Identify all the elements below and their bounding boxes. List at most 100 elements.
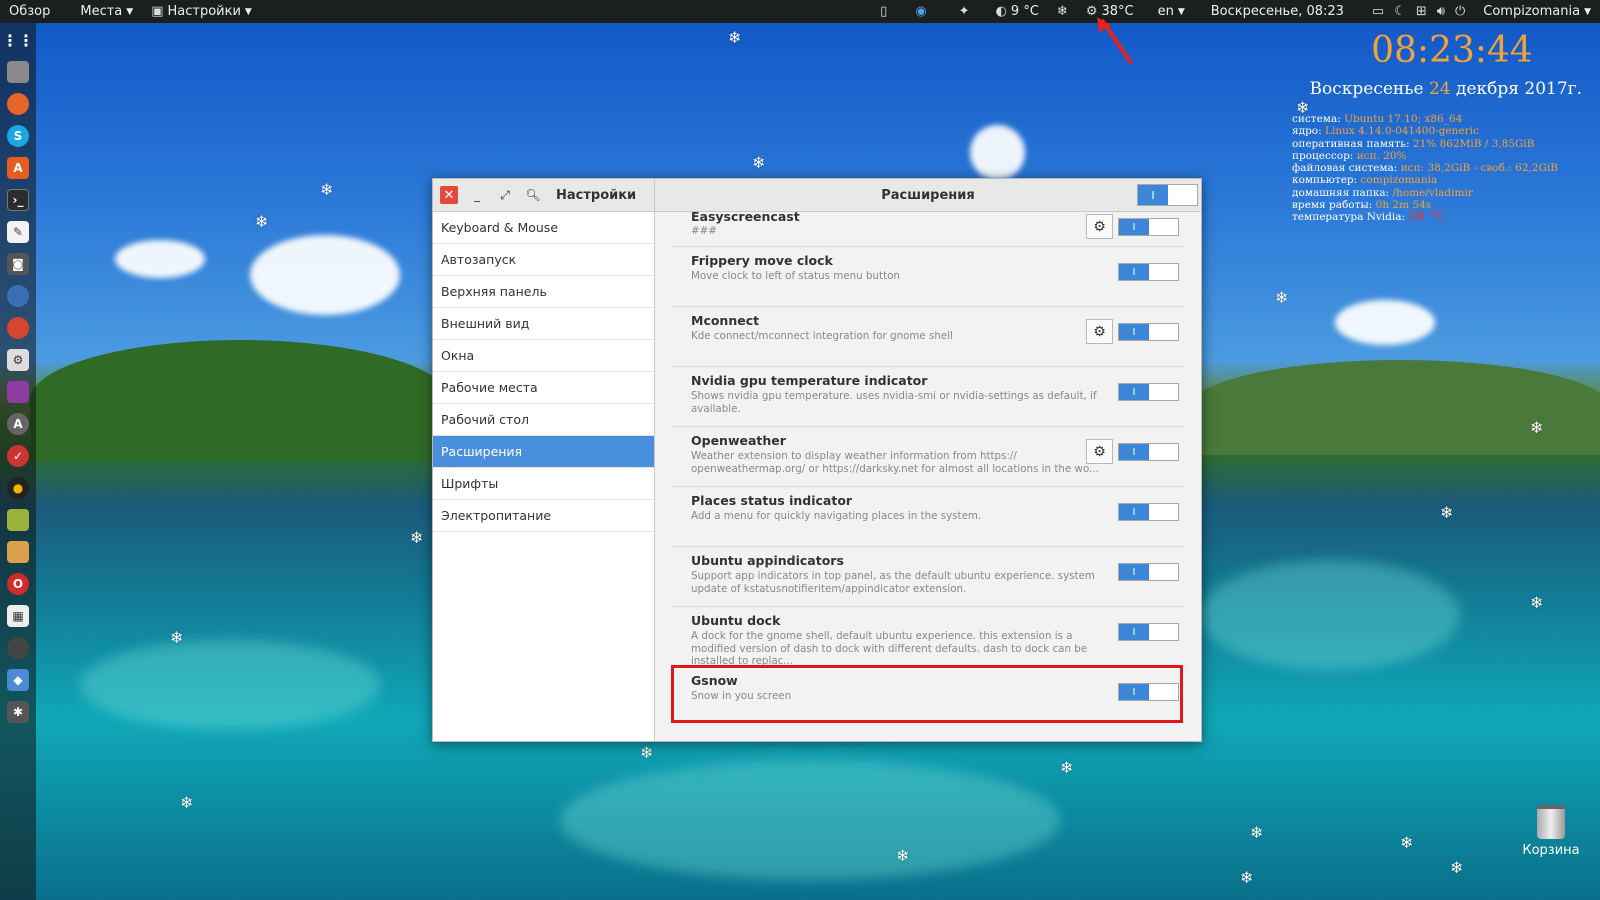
play-icon: ◉ <box>915 4 927 19</box>
app-menu[interactable]: ▣ Настройки ▼ <box>142 0 261 23</box>
updater-icon[interactable]: A <box>7 413 29 435</box>
extension-name: Nvidia gpu temperature indicator <box>691 373 928 388</box>
cube-icon[interactable]: ◆ <box>7 669 29 691</box>
extension-description: Shows nvidia gpu temperature. uses nvidi… <box>691 390 1097 415</box>
extension-row-mconnect: Mconnect Kde connect/mconnect integratio… <box>671 307 1185 367</box>
conky-line: ядро: Linux 4.14.0-041400-generic <box>1292 125 1479 138</box>
moon-icon: ◐ <box>995 4 1007 19</box>
weather-temp: 9 °C <box>1010 4 1039 19</box>
sidebar-item-fonts[interactable]: Шрифты <box>433 468 654 500</box>
calculator-icon[interactable]: ▦ <box>7 605 29 627</box>
extensions-master-switch[interactable]: I <box>1137 184 1198 206</box>
camera-icon[interactable]: ◙ <box>7 253 29 275</box>
extension-row-ubuntu-dock: Ubuntu dock A dock for the gnome shell, … <box>671 607 1185 667</box>
gpu-temp: 38°C <box>1101 4 1134 19</box>
network-tool-icon[interactable] <box>7 285 29 307</box>
snowflake-icon: ❄ <box>410 528 424 547</box>
opera-icon[interactable]: O <box>7 573 29 595</box>
extension-name: Easyscreencast <box>691 212 800 224</box>
show-apps-icon[interactable]: ⋮⋮ <box>2 29 34 51</box>
gpu-temp-indicator[interactable]: ⚙ 38°C <box>1077 0 1143 23</box>
water-shine <box>560 760 1060 880</box>
firefox-icon[interactable] <box>7 93 29 115</box>
snowflake-icon: ❄ <box>1530 418 1544 437</box>
extension-switch[interactable]: I <box>1118 263 1179 281</box>
extension-switch[interactable]: I <box>1118 623 1179 641</box>
search-button[interactable]: 🔍︎ <box>524 186 542 204</box>
extension-switch[interactable]: I <box>1118 323 1179 341</box>
extension-description: A dock for the gnome shell, default ubun… <box>691 630 1088 667</box>
night-light-icon: ☾ <box>1394 4 1406 19</box>
gear-icon: ⚙ <box>1093 323 1106 340</box>
sketch-icon[interactable]: ✱ <box>7 701 29 723</box>
activities-button[interactable]: Обзор <box>0 0 59 23</box>
extension-switch[interactable]: I <box>1118 563 1179 581</box>
tweaks-icon[interactable]: ⚙ <box>7 349 29 371</box>
user-menu[interactable]: Compizomania ▼ <box>1474 0 1600 23</box>
sidebar-item-workspaces[interactable]: Рабочие места <box>433 372 654 404</box>
screencast-indicator[interactable]: ✦ <box>950 0 979 23</box>
phone-indicator[interactable]: ▯ <box>871 0 896 23</box>
sidebar-item-appearance[interactable]: Внешний вид <box>433 308 654 340</box>
extension-switch[interactable]: I <box>1118 218 1179 236</box>
todo-icon[interactable]: ✓ <box>7 445 29 467</box>
archive-icon[interactable] <box>7 509 29 531</box>
media-indicator[interactable]: ◉ <box>906 0 935 23</box>
snowflake-icon: ❄ <box>1056 4 1068 19</box>
extension-description: ### <box>691 225 717 237</box>
photos-icon[interactable] <box>7 541 29 563</box>
conky-widget: 08:23:44 Воскресенье 24 декбря 2017г. си… <box>1292 30 1582 224</box>
media-player-icon[interactable]: ● <box>7 477 29 499</box>
terminal-icon[interactable]: ›_ <box>7 189 29 211</box>
places-menu[interactable]: Места ▼ <box>71 0 142 23</box>
phone-icon: ▯ <box>880 4 888 19</box>
snowflake-icon: ❄ <box>896 846 910 865</box>
system-indicators[interactable]: ▭ ☾ ⊞ 🔊︎ ⏻ <box>1363 0 1474 23</box>
keyboard-layout[interactable]: en ▼ <box>1149 0 1194 23</box>
cloud <box>250 235 400 315</box>
clock-label: Воскресенье, 08:23 <box>1210 4 1344 19</box>
sidebar-item-extensions[interactable]: Расширения <box>433 436 654 468</box>
files-icon[interactable] <box>7 61 29 83</box>
snowflake-icon: ❄ <box>1450 858 1464 877</box>
extension-switch[interactable]: I <box>1118 503 1179 521</box>
extension-switch[interactable]: I <box>1118 383 1179 401</box>
conky-time: 08:23:44 <box>1371 30 1533 71</box>
skype-icon[interactable]: S <box>7 125 29 147</box>
network-icon: ⊞ <box>1415 4 1427 19</box>
browser-icon[interactable] <box>7 317 29 339</box>
sidebar-item-top-bar[interactable]: Верхняя панель <box>433 276 654 308</box>
weather-indicator[interactable]: ◐ 9 °C <box>987 0 1048 23</box>
trash-desktop-icon[interactable]: Корзина <box>1516 805 1586 858</box>
conky-line: температура Nvidia: 38 °C <box>1292 209 1446 225</box>
sidebar-item-power[interactable]: Электропитание <box>433 500 654 532</box>
snowflake-icon: ❄ <box>640 743 654 762</box>
user-label: Compizomania <box>1483 4 1581 19</box>
extension-name: Openweather <box>691 433 786 448</box>
close-button[interactable]: ✕ <box>440 186 458 204</box>
maximize-button[interactable]: ⤢ <box>496 186 514 204</box>
extension-description: Support app indicators in top panel, as … <box>691 570 1095 595</box>
extension-settings-button[interactable]: ⚙ <box>1086 214 1113 239</box>
software-center-icon[interactable]: A <box>7 157 29 179</box>
sidebar-item-keyboard-mouse[interactable]: Keyboard & Mouse <box>433 212 654 244</box>
conky-date: Воскресенье 24 декбря 2017г. <box>1292 79 1582 99</box>
trash-icon <box>1537 805 1565 839</box>
app-menu-label: Настройки <box>167 4 241 19</box>
extension-description: Kde connect/mconnect integration for gno… <box>691 330 953 342</box>
extension-switch[interactable]: I <box>1118 443 1179 461</box>
gsnow-indicator[interactable]: ❄ <box>1048 0 1077 23</box>
extension-name: Ubuntu dock <box>691 613 781 628</box>
image-viewer-icon[interactable] <box>7 381 29 403</box>
clock[interactable]: Воскресенье, 08:23 <box>1202 0 1353 23</box>
conky-date-weekday: Воскресенье <box>1309 79 1424 99</box>
extension-settings-button[interactable]: ⚙ <box>1086 319 1113 344</box>
webcam-icon[interactable] <box>7 637 29 659</box>
tweaks-window: ✕ _ ⤢ 🔍︎ Настройки Расширения I Keyboard… <box>432 178 1202 742</box>
text-editor-icon[interactable]: ✎ <box>7 221 29 243</box>
minimize-button[interactable]: _ <box>468 186 486 204</box>
sidebar-item-desktop[interactable]: Рабочий стол <box>433 404 654 436</box>
extension-settings-button[interactable]: ⚙ <box>1086 439 1113 464</box>
sidebar-item-windows[interactable]: Окна <box>433 340 654 372</box>
sidebar-item-autostart[interactable]: Автозапуск <box>433 244 654 276</box>
